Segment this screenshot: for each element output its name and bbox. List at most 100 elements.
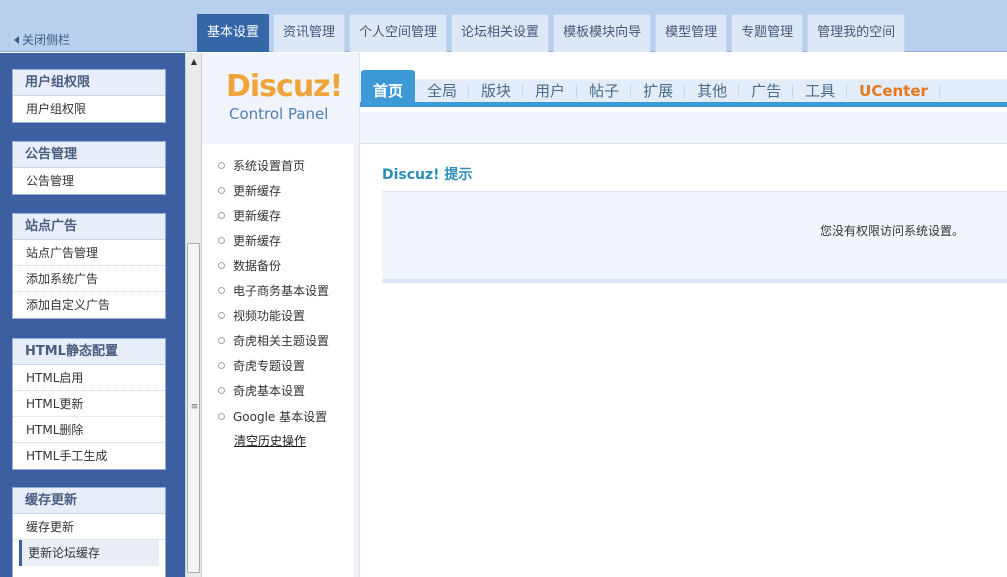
- tab-tools[interactable]: 工具: [793, 70, 848, 107]
- tab-label: 帖子: [589, 82, 620, 100]
- arrow-left-icon: [14, 36, 19, 44]
- submenu-label: 视频功能设置: [233, 309, 306, 323]
- tab-posts[interactable]: 帖子: [577, 70, 632, 107]
- sidebar-item-html-update[interactable]: HTML更新: [13, 391, 165, 417]
- notice-message: 您没有权限访问系统设置。: [820, 224, 965, 238]
- submenu-item-qihoo-basic[interactable]: 奇虎基本设置: [218, 380, 305, 402]
- tab-home[interactable]: 首页: [361, 70, 416, 107]
- clear-history-link[interactable]: 清空历史操作: [234, 432, 306, 449]
- notice-box: 您没有权限访问系统设置。: [382, 191, 1007, 283]
- submenu-label: 更新缓存: [233, 184, 282, 198]
- sidebar-group-title[interactable]: 缓存更新: [13, 488, 165, 514]
- circle-bullet-icon: [218, 312, 225, 319]
- top-tab-my-space[interactable]: 管理我的空间: [807, 14, 906, 52]
- sidebar-item-forum-cache[interactable]: 更新论坛缓存: [19, 540, 159, 566]
- sidebar-group-title[interactable]: 公告管理: [13, 142, 165, 168]
- submenu-item-data-backup[interactable]: 数据备份: [218, 255, 281, 277]
- tab-ads[interactable]: 广告: [739, 70, 794, 107]
- submenu-label: 奇虎专题设置: [233, 359, 306, 373]
- top-tab-topic-management[interactable]: 专题管理: [731, 14, 804, 52]
- sidebar-item-usergroup-perm[interactable]: 用户组权限: [13, 96, 165, 122]
- submenu-item-update-cache-1[interactable]: 更新缓存: [218, 180, 281, 202]
- tab-users[interactable]: 用户: [523, 70, 578, 107]
- left-sidebar: 用户组权限 用户组权限 公告管理 公告管理 站点广告 站点广告管理 添加系统广告…: [0, 53, 185, 577]
- sidebar-item-add-custom-ad[interactable]: 添加自定义广告: [13, 292, 165, 318]
- header-cutoff-glyphs: ▀▀▀ ▀▀▀▀▀: [22, 0, 122, 7]
- submenu-label: 数据备份: [233, 259, 282, 273]
- discuz-logo: Discuz!: [226, 69, 343, 104]
- logo-subtitle: Control Panel: [229, 105, 329, 123]
- tab-label: 首页: [373, 82, 404, 100]
- top-tab-news-management[interactable]: 资讯管理: [273, 14, 346, 52]
- sidebar-item-html-delete[interactable]: HTML删除: [13, 417, 165, 443]
- sidebar-group-announcement: 公告管理 公告管理: [12, 141, 166, 195]
- sidebar-group-title[interactable]: 用户组权限: [13, 70, 165, 96]
- submenu-item-qihoo-special[interactable]: 奇虎专题设置: [218, 355, 305, 377]
- sidebar-item-html-manual[interactable]: HTML手工生成: [13, 443, 165, 469]
- tab-label: 扩展: [643, 82, 674, 100]
- circle-bullet-icon: [218, 162, 225, 169]
- submenu-item-qihoo-topics[interactable]: 奇虎相关主题设置: [218, 330, 329, 352]
- circle-bullet-icon: [218, 187, 225, 194]
- main-nav-tabs: 首页 全局 版块 用户 帖子 扩展 其他 广告 工具 UCenter: [361, 70, 940, 107]
- circle-bullet-icon: [218, 362, 225, 369]
- submenu-item-ecommerce[interactable]: 电子商务基本设置: [218, 280, 329, 302]
- circle-bullet-icon: [218, 212, 225, 219]
- submenu-label: 奇虎基本设置: [233, 384, 306, 398]
- top-tab-basic-settings[interactable]: 基本设置: [197, 14, 270, 52]
- sidebar-group-html: HTML静态配置 HTML启用 HTML更新 HTML删除 HTML手工生成: [12, 338, 166, 470]
- top-tab-model-management[interactable]: 模型管理: [655, 14, 728, 52]
- tab-label: 用户: [535, 82, 566, 100]
- submenu-label: Google 基本设置: [233, 410, 328, 424]
- tab-label: 其他: [697, 82, 728, 100]
- circle-bullet-icon: [218, 337, 225, 344]
- tab-label: 版块: [481, 82, 512, 100]
- top-tab-personal-space[interactable]: 个人空间管理: [349, 14, 448, 52]
- sidebar-group-usergroup: 用户组权限 用户组权限: [12, 69, 166, 123]
- submenu-label: 奇虎相关主题设置: [233, 334, 330, 348]
- close-sidebar-label: 关闭侧栏: [22, 33, 71, 47]
- settings-submenu: 系统设置首页 更新缓存 更新缓存 更新缓存 数据备份 电子商务基本设置 视频功能…: [202, 144, 360, 577]
- top-nav: 基本设置 资讯管理 个人空间管理 论坛相关设置 模板模块向导 模型管理 专题管理…: [197, 14, 909, 52]
- circle-bullet-icon: [218, 387, 225, 394]
- scrollbar-thumb[interactable]: ≡: [187, 243, 200, 573]
- submenu-item-update-cache-3[interactable]: 更新缓存: [218, 230, 281, 252]
- scroll-grip-icon: ≡: [190, 402, 199, 412]
- sidebar-group-title[interactable]: HTML静态配置: [13, 339, 165, 365]
- tab-forums[interactable]: 版块: [469, 70, 524, 107]
- submenu-item-video[interactable]: 视频功能设置: [218, 305, 305, 327]
- submenu-item-google[interactable]: Google 基本设置: [218, 406, 327, 428]
- sidebar-group-ads: 站点广告 站点广告管理 添加系统广告 添加自定义广告: [12, 213, 166, 319]
- submenu-item-update-cache-2[interactable]: 更新缓存: [218, 205, 281, 227]
- scroll-up-icon[interactable]: ▲: [186, 53, 202, 70]
- sidebar-item-html-enable[interactable]: HTML启用: [13, 365, 165, 391]
- top-header: ▀▀▀ ▀▀▀▀▀ 关闭侧栏 基本设置 资讯管理 个人空间管理 论坛相关设置 模…: [0, 0, 1007, 52]
- tab-label: 工具: [805, 82, 836, 100]
- submenu-label: 电子商务基本设置: [233, 284, 330, 298]
- circle-bullet-icon: [218, 287, 225, 294]
- circle-bullet-icon: [218, 262, 225, 269]
- sidebar-item-announcement[interactable]: 公告管理: [13, 168, 165, 194]
- tab-label: UCenter: [859, 82, 928, 100]
- sidebar-item-cache-update[interactable]: 缓存更新: [13, 514, 165, 540]
- tab-ucenter[interactable]: UCenter: [847, 70, 940, 107]
- sidebar-item-add-system-ad[interactable]: 添加系统广告: [13, 266, 165, 292]
- top-tab-template-wizard[interactable]: 模板模块向导: [553, 14, 652, 52]
- main-nav: 首页 全局 版块 用户 帖子 扩展 其他 广告 工具 UCenter: [360, 53, 1007, 144]
- notice-title: Discuz! 提示: [382, 167, 473, 183]
- sidebar-group-cache: 缓存更新 缓存更新 更新论坛缓存: [12, 487, 166, 577]
- submenu-item-settings-home[interactable]: 系统设置首页: [218, 155, 305, 177]
- logo-panel: Discuz! Control Panel: [202, 53, 360, 144]
- sidebar-item-ad-management[interactable]: 站点广告管理: [13, 240, 165, 266]
- submenu-label: 更新缓存: [233, 209, 282, 223]
- tab-label: 全局: [427, 82, 458, 100]
- tab-other[interactable]: 其他: [685, 70, 740, 107]
- tab-extensions[interactable]: 扩展: [631, 70, 686, 107]
- top-tab-forum-settings[interactable]: 论坛相关设置: [451, 14, 550, 52]
- close-sidebar-link[interactable]: 关闭侧栏: [14, 31, 70, 48]
- circle-bullet-icon: [218, 413, 225, 420]
- circle-bullet-icon: [218, 237, 225, 244]
- sidebar-scrollbar[interactable]: ▲ ≡: [185, 53, 202, 577]
- tab-global[interactable]: 全局: [415, 70, 470, 107]
- sidebar-group-title[interactable]: 站点广告: [13, 214, 165, 240]
